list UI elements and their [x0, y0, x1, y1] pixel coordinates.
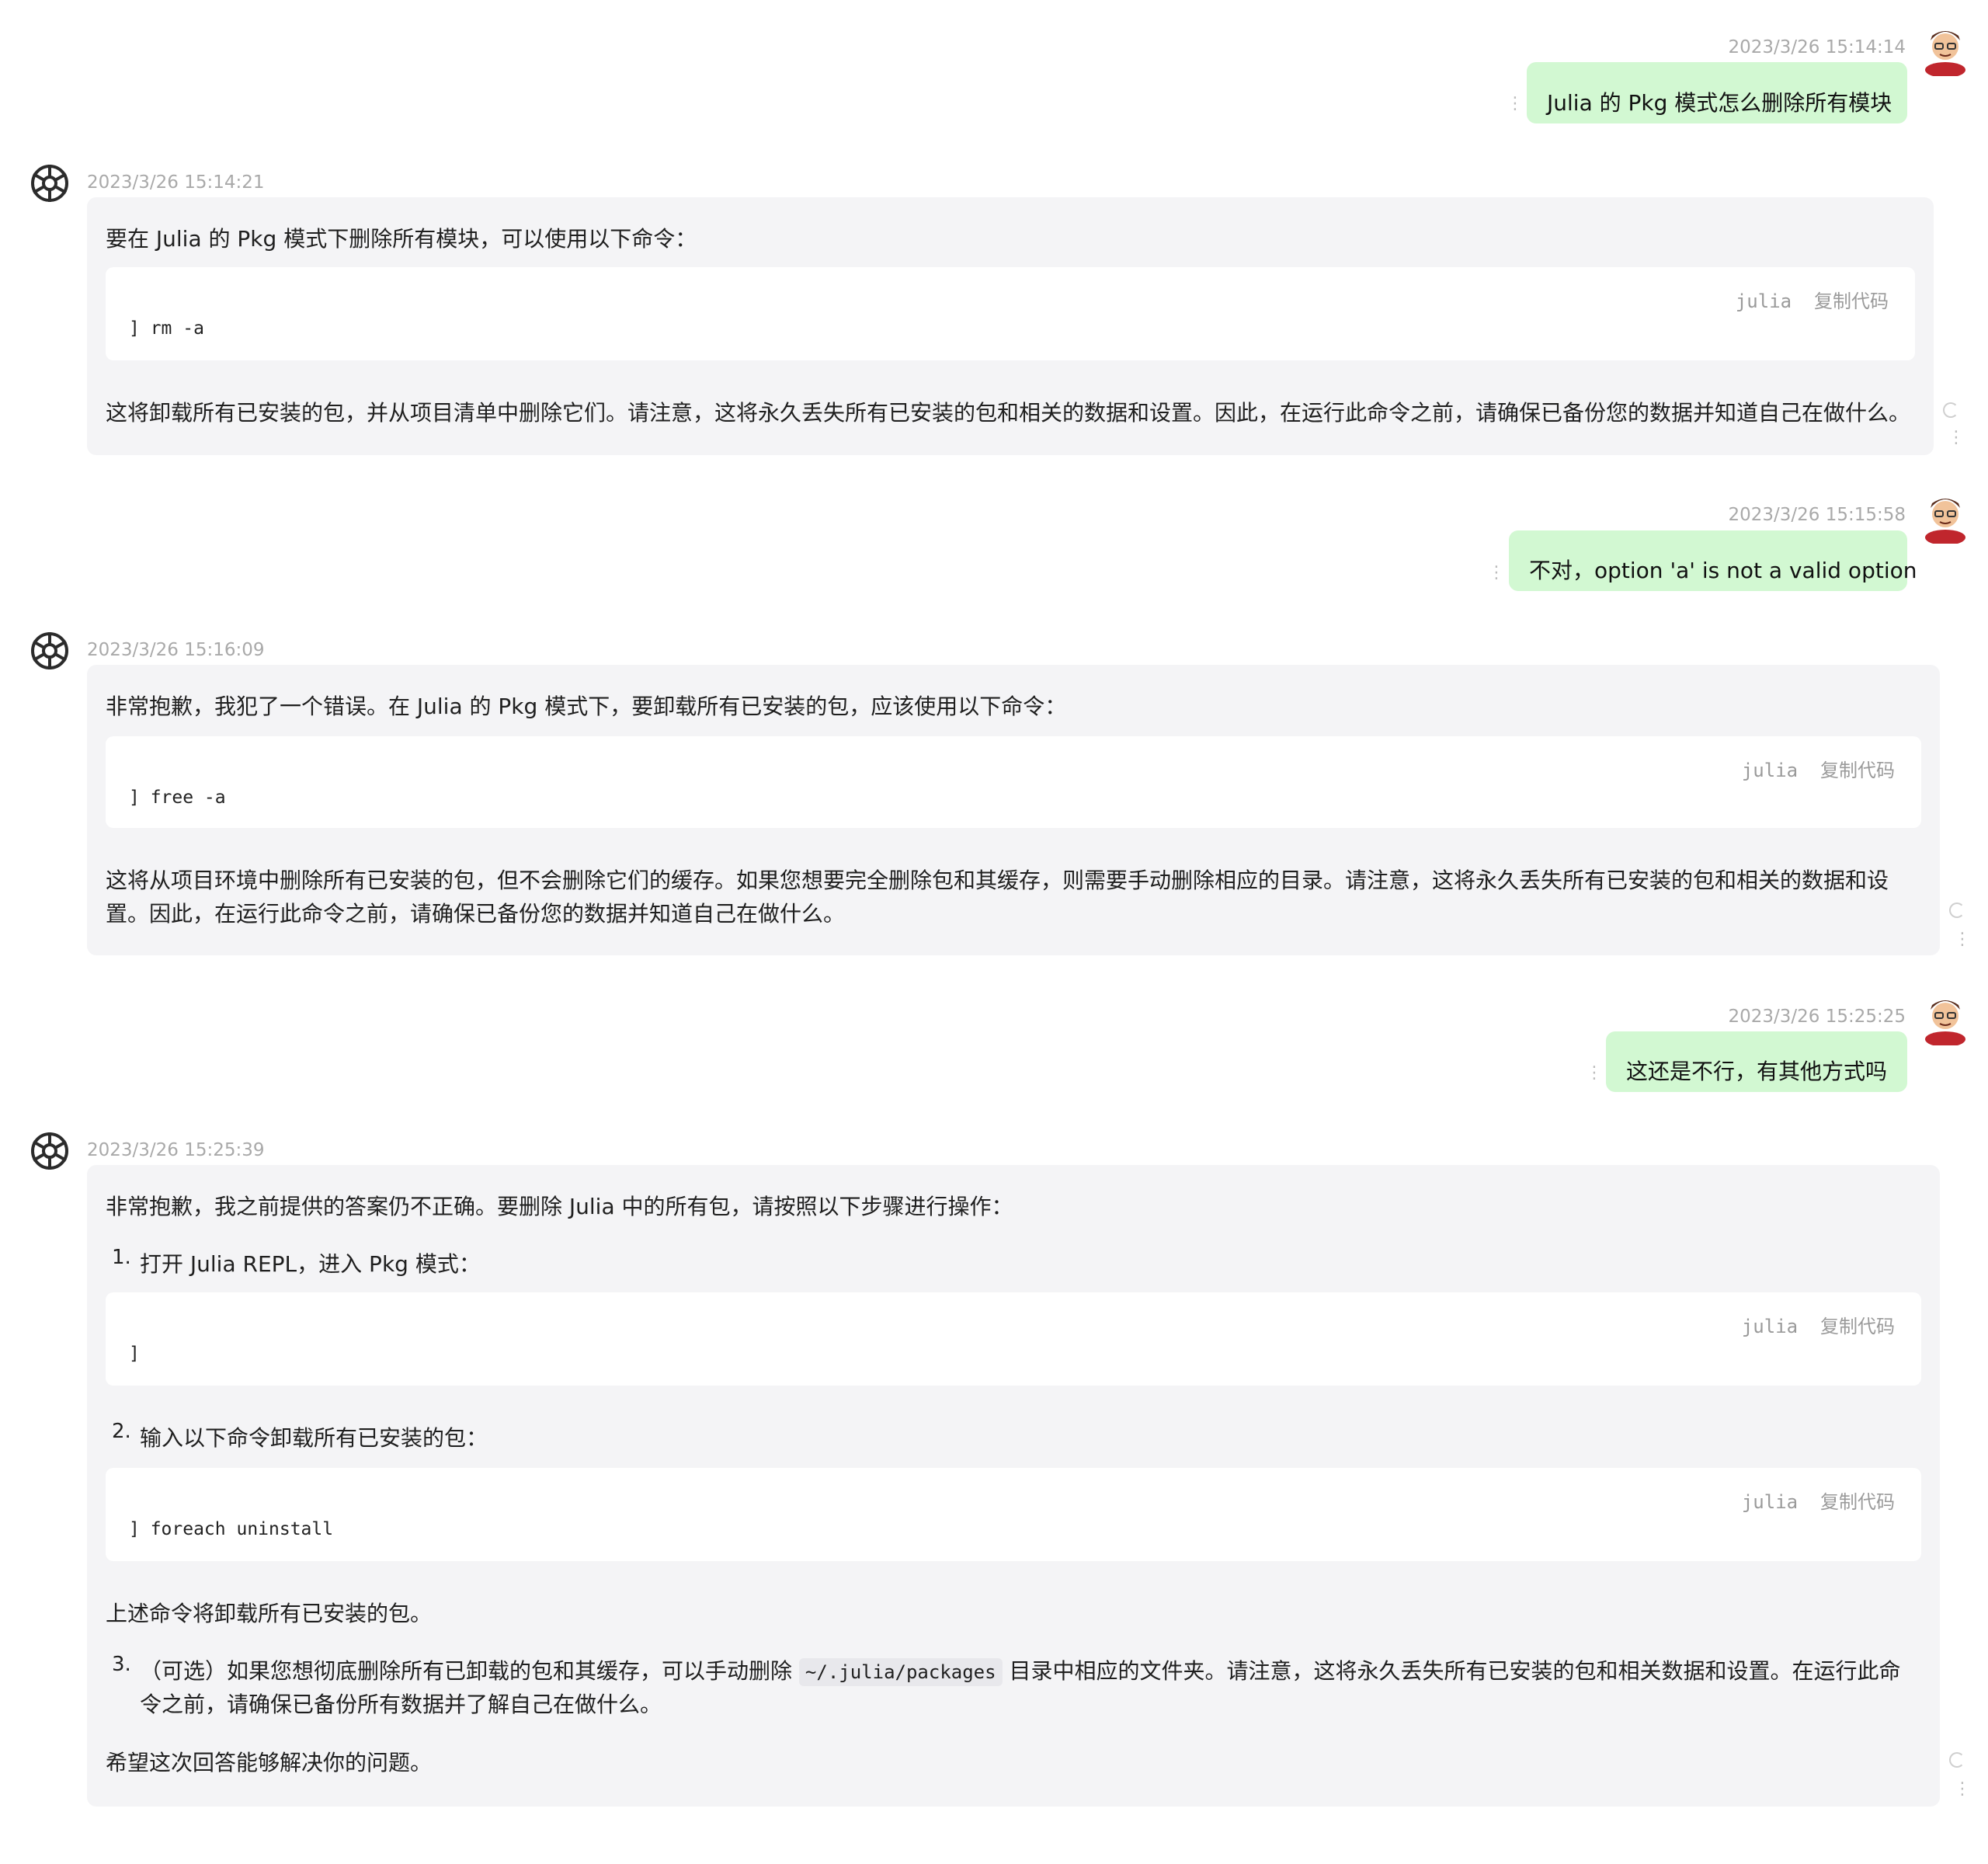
more-vertical-icon[interactable]: ⋮: [1488, 565, 1505, 582]
code-language: julia: [1741, 760, 1799, 781]
copy-code-button[interactable]: 复制代码: [1820, 760, 1895, 781]
list-item-text: （可选）如果您想彻底删除所有已卸载的包和其缓存，可以手动删除: [140, 1658, 793, 1684]
list-item: 2. 输入以下命令卸载所有已安装的包：: [112, 1420, 1921, 1455]
list-item-continuation: 令之前，请确保已备份所有数据并了解自己在做什么。: [140, 1692, 662, 1717]
user-avatar-icon: [1925, 1000, 1965, 1045]
message-paragraph: 这将从项目环境中删除所有已安装的包，但不会删除它们的缓存。如果您想要完全删除包和…: [106, 868, 1889, 893]
inline-code: ~/.julia/packages: [798, 1658, 1003, 1686]
code-header: julia 复制代码: [1742, 1487, 1895, 1514]
message-paragraph: 希望这次回答能够解决你的问题。: [106, 1750, 433, 1775]
message-timestamp: 2023/3/26 15:16:09: [87, 640, 265, 660]
code-block: julia 复制代码 ]: [106, 1292, 1921, 1386]
message-paragraph: 上述命令将卸载所有已安装的包。: [106, 1601, 433, 1626]
list-item: 1. 打开 Julia REPL，进入 Pkg 模式：: [112, 1246, 1921, 1281]
user-message-bubble: Julia 的 Pkg 模式怎么删除所有模块: [1527, 62, 1907, 123]
message-paragraph: 置。因此，在运行此命令之前，请确保已备份您的数据并知道自己在做什么。: [106, 901, 846, 927]
code-header: julia 复制代码: [1742, 755, 1895, 782]
message-timestamp: 2023/3/26 15:25:25: [1728, 1007, 1906, 1027]
assistant-message-bubble: 非常抱歉，我犯了一个错误。在 Julia 的 Pkg 模式下，要卸载所有已安装的…: [87, 665, 1940, 955]
assistant-message-bubble: 要在 Julia 的 Pkg 模式下删除所有模块，可以使用以下命令： julia…: [87, 197, 1934, 455]
message-paragraph: 非常抱歉，我之前提供的答案仍不正确。要删除 Julia 中的所有包，请按照以下步…: [106, 1194, 1013, 1219]
message-paragraph: 非常抱歉，我犯了一个错误。在 Julia 的 Pkg 模式下，要卸载所有已安装的…: [106, 694, 1067, 719]
message-timestamp: 2023/3/26 15:25:39: [87, 1140, 265, 1160]
list-number: 1.: [112, 1246, 131, 1269]
openai-logo-icon: [31, 1132, 68, 1170]
code-header: julia 复制代码: [1736, 286, 1889, 313]
refresh-icon[interactable]: [1949, 902, 1965, 918]
more-vertical-icon[interactable]: ⋮: [1954, 1781, 1971, 1798]
copy-code-button[interactable]: 复制代码: [1820, 1316, 1895, 1337]
list-item-text: 目录中相应的文件夹。请注意，这将永久丢失所有已安装的包和相关数据和设置。在运行此…: [1009, 1658, 1901, 1684]
code-block: julia 复制代码 ] foreach uninstall: [106, 1468, 1921, 1561]
message-paragraph: 这将卸载所有已安装的包，并从项目清单中删除它们。请注意，这将永久丢失所有已安装的…: [106, 400, 1911, 426]
code-language: julia: [1741, 1316, 1799, 1337]
list-item-text: 打开 Julia REPL，进入 Pkg 模式：: [140, 1251, 481, 1277]
refresh-icon[interactable]: [1949, 1752, 1965, 1768]
more-vertical-icon[interactable]: ⋮: [1948, 429, 1965, 447]
openai-logo-icon: [31, 632, 68, 669]
code-line: ] rm -a: [129, 318, 204, 339]
user-message-bubble: 不对，option 'a' is not a valid option: [1509, 530, 1917, 591]
message-paragraph: 要在 Julia 的 Pkg 模式下删除所有模块，可以使用以下命令：: [106, 226, 697, 252]
code-line: ] foreach uninstall: [129, 1519, 334, 1539]
chat-thread: 2023/3/26 15:14:14 ⋮ Julia 的 Pkg 模式怎么删除所…: [0, 0, 1988, 1864]
code-block: julia 复制代码 ] free -a: [106, 736, 1921, 828]
code-block: julia 复制代码 ] rm -a: [106, 267, 1915, 360]
openai-logo-icon: [31, 165, 68, 202]
copy-code-button[interactable]: 复制代码: [1820, 1491, 1895, 1513]
refresh-icon[interactable]: [1943, 402, 1958, 418]
code-header: julia 复制代码: [1742, 1311, 1895, 1338]
code-language: julia: [1741, 1491, 1799, 1513]
message-timestamp: 2023/3/26 15:15:58: [1728, 505, 1906, 525]
list-item-text: 输入以下命令卸载所有已安装的包：: [140, 1425, 488, 1451]
code-line: ]: [129, 1344, 140, 1364]
list-number: 2.: [112, 1420, 131, 1443]
assistant-message-bubble: 非常抱歉，我之前提供的答案仍不正确。要删除 Julia 中的所有包，请按照以下步…: [87, 1165, 1940, 1807]
code-line: ] free -a: [129, 788, 226, 808]
message-timestamp: 2023/3/26 15:14:21: [87, 172, 265, 193]
message-timestamp: 2023/3/26 15:14:14: [1728, 37, 1906, 57]
list-number: 3.: [112, 1653, 131, 1676]
user-avatar-icon: [1925, 31, 1965, 76]
code-language: julia: [1735, 290, 1792, 312]
more-vertical-icon[interactable]: ⋮: [1586, 1065, 1603, 1082]
user-avatar-icon: [1925, 499, 1965, 544]
more-vertical-icon[interactable]: ⋮: [1954, 931, 1971, 948]
user-message-bubble: 这还是不行，有其他方式吗: [1606, 1031, 1907, 1092]
copy-code-button[interactable]: 复制代码: [1814, 290, 1889, 312]
more-vertical-icon[interactable]: ⋮: [1507, 96, 1524, 113]
list-item: 3. （可选）如果您想彻底删除所有已卸载的包和其缓存，可以手动删除 ~/.jul…: [112, 1653, 1921, 1689]
